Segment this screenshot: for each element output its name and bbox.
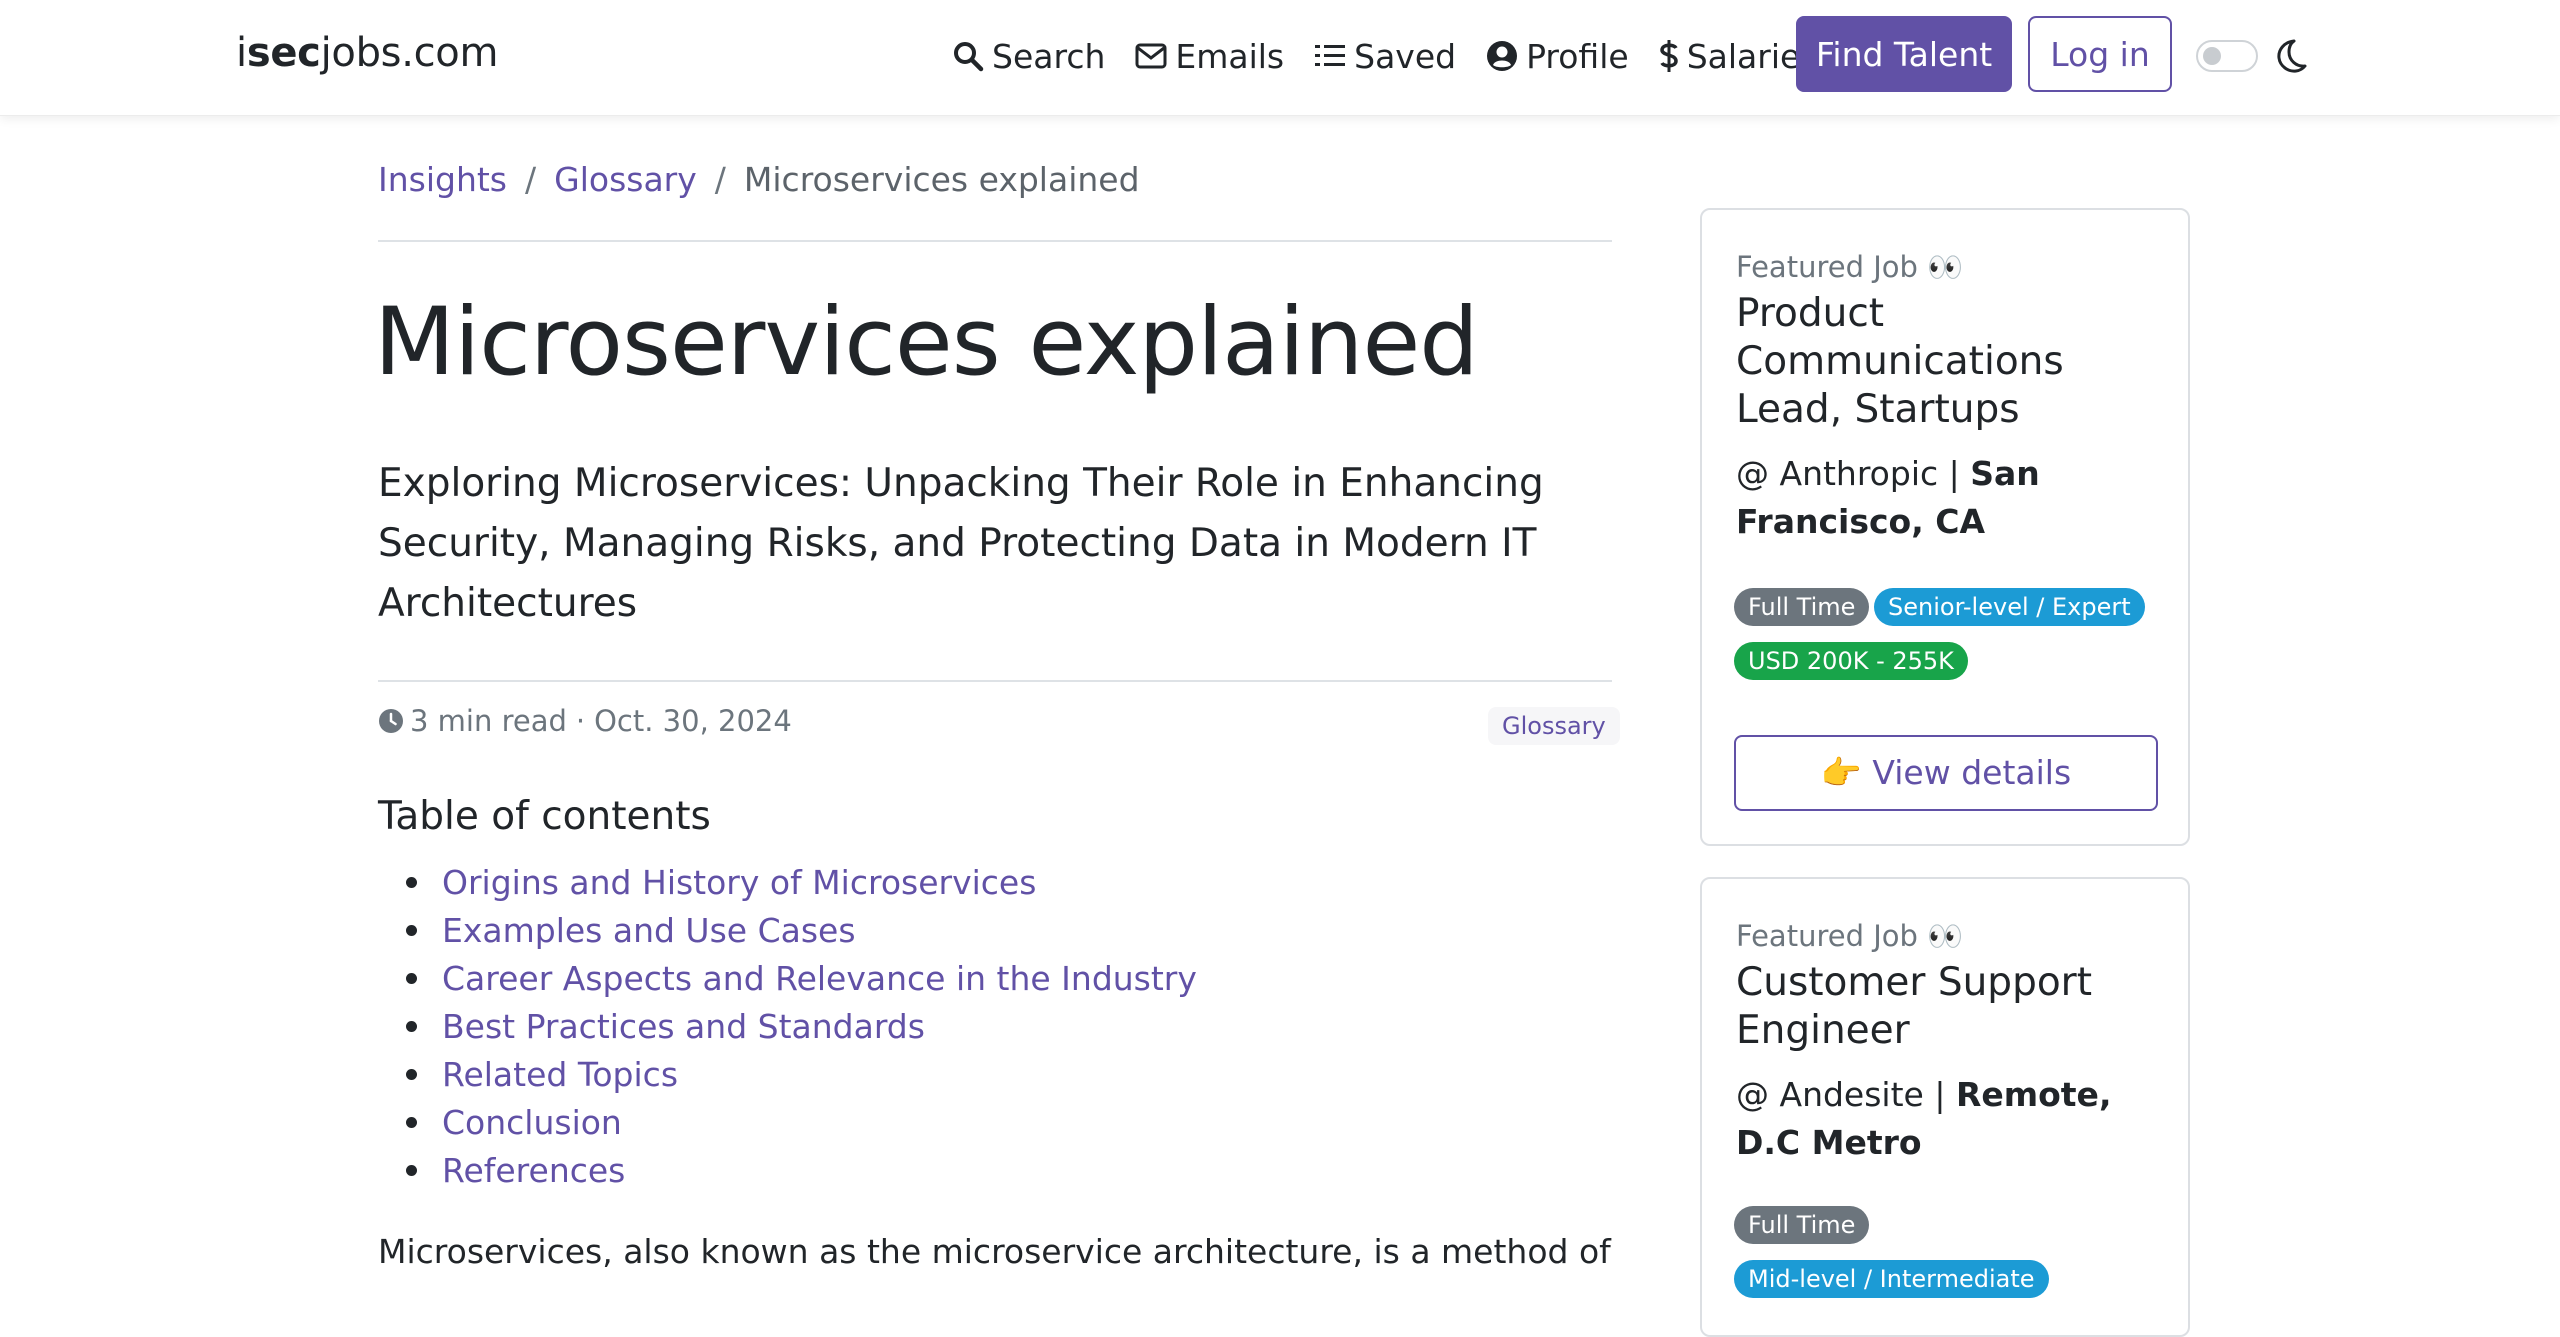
toc-item: Origins and History of Microservices <box>378 858 1197 906</box>
toc-link-origins[interactable]: Origins and History of Microservices <box>442 863 1036 902</box>
toc-item: Career Aspects and Relevance in the Indu… <box>378 954 1197 1002</box>
moon-icon[interactable] <box>2274 38 2308 74</box>
page-title: Microservices explained <box>374 288 1479 397</box>
toc-item: References <box>378 1146 1197 1194</box>
read-time: 3 min read <box>410 704 567 738</box>
category-tag-glossary[interactable]: Glossary <box>1488 707 1620 745</box>
breadcrumb-separator: / <box>714 160 726 199</box>
featured-job-eyebrow: Featured Job 👀 <box>1736 919 1964 953</box>
user-circle-icon <box>1487 41 1518 71</box>
main-nav: Search Emails Saved Profile Salaries <box>952 28 1847 84</box>
bullet-icon <box>406 1116 417 1128</box>
search-icon <box>954 42 984 72</box>
toc-link-best-practices[interactable]: Best Practices and Standards <box>442 1007 925 1046</box>
toc-item: Related Topics <box>378 1050 1197 1098</box>
nav-salaries-link[interactable]: Salaries <box>1659 37 1817 76</box>
site-logo[interactable]: isecjobs.com <box>236 30 498 76</box>
bullet-icon <box>406 1164 417 1176</box>
bullet-icon <box>406 972 417 984</box>
login-button[interactable]: Log in <box>2028 16 2172 92</box>
employment-type-badge: Full Time <box>1734 1206 1870 1244</box>
experience-level-badge: Mid-level / Intermediate <box>1734 1260 2049 1298</box>
job-company: @ Anthropic | <box>1736 454 1971 493</box>
brand-suffix: jobs.com <box>320 30 499 76</box>
salary-badge: USD 200K - 255K <box>1734 642 1968 680</box>
publish-date: Oct. 30, 2024 <box>594 704 792 738</box>
job-title-link[interactable]: Customer Support Engineer <box>1736 959 2156 1055</box>
nav-saved-label: Saved <box>1354 36 1457 76</box>
list-icon <box>1315 45 1346 66</box>
toc-link-related-topics[interactable]: Related Topics <box>442 1055 678 1094</box>
nav-search-label: Search <box>992 36 1106 76</box>
toc-link-career[interactable]: Career Aspects and Relevance in the Indu… <box>442 959 1197 998</box>
nav-emails-link[interactable]: Emails <box>1135 37 1284 76</box>
nav-profile-label: Profile <box>1526 36 1629 76</box>
view-details-button[interactable]: 👉 View details <box>1734 735 2158 811</box>
article-body-paragraph: Microservices, also known as the microse… <box>378 1232 1611 1271</box>
article-lead: Exploring Microservices: Unpacking Their… <box>378 461 1544 626</box>
job-company: @ Andesite | <box>1736 1075 1956 1114</box>
envelope-icon <box>1135 43 1167 69</box>
breadcrumb-current: Microservices explained <box>743 160 1140 199</box>
article-meta: 3 min read · Oct. 30, 2024 <box>378 704 792 738</box>
meta-separator: · <box>575 704 586 738</box>
employment-type-badge: Full Time <box>1734 588 1870 626</box>
job-company-location: @ Andesite | Remote, D.C Metro <box>1736 1071 2166 1167</box>
divider <box>378 240 1612 242</box>
nav-emails-label: Emails <box>1175 36 1285 76</box>
find-talent-button[interactable]: Find Talent <box>1796 16 2012 92</box>
featured-job-eyebrow: Featured Job 👀 <box>1736 250 1964 284</box>
bullet-icon <box>406 1020 417 1032</box>
theme-toggle-switch[interactable] <box>2196 40 2258 72</box>
nav-saved-link[interactable]: Saved <box>1314 37 1456 76</box>
toc-link-examples[interactable]: Examples and Use Cases <box>442 911 856 950</box>
toc-title: Table of contents <box>378 794 711 839</box>
job-company-location: @ Anthropic | San Francisco, CA <box>1736 450 2166 546</box>
breadcrumb-separator: / <box>525 160 537 199</box>
nav-profile-link[interactable]: Profile <box>1486 37 1629 76</box>
breadcrumb-glossary-link[interactable]: Glossary <box>554 160 697 199</box>
breadcrumb-insights-link[interactable]: Insights <box>378 160 507 199</box>
breadcrumb: Insights / Glossary / Microservices expl… <box>378 160 1140 199</box>
brand-bold: sec <box>246 30 321 76</box>
top-navbar: isecjobs.com Search Emails Saved Profile… <box>0 0 2560 116</box>
bullet-icon <box>406 924 417 936</box>
toc-item: Examples and Use Cases <box>378 906 1197 954</box>
featured-job-card: Featured Job 👀 Customer Support Engineer… <box>1700 877 2190 1337</box>
featured-job-card: Featured Job 👀 Product Communications Le… <box>1700 208 2190 846</box>
bullet-icon <box>406 876 417 888</box>
nav-search-link[interactable]: Search <box>952 37 1105 76</box>
job-title-link[interactable]: Product Communications Lead, Startups <box>1736 290 2156 434</box>
clock-icon <box>379 709 403 733</box>
toggle-knob <box>2203 47 2221 65</box>
toc-item: Conclusion <box>378 1098 1197 1146</box>
divider <box>378 680 1612 682</box>
bullet-icon <box>406 1068 417 1080</box>
toc-link-conclusion[interactable]: Conclusion <box>442 1103 622 1142</box>
toc-link-references[interactable]: References <box>442 1151 625 1190</box>
dollar-icon <box>1659 40 1678 72</box>
brand-prefix: i <box>236 30 247 76</box>
experience-level-badge: Senior-level / Expert <box>1874 588 2145 626</box>
table-of-contents: Origins and History of Microservices Exa… <box>378 858 1197 1194</box>
toc-item: Best Practices and Standards <box>378 1002 1197 1050</box>
